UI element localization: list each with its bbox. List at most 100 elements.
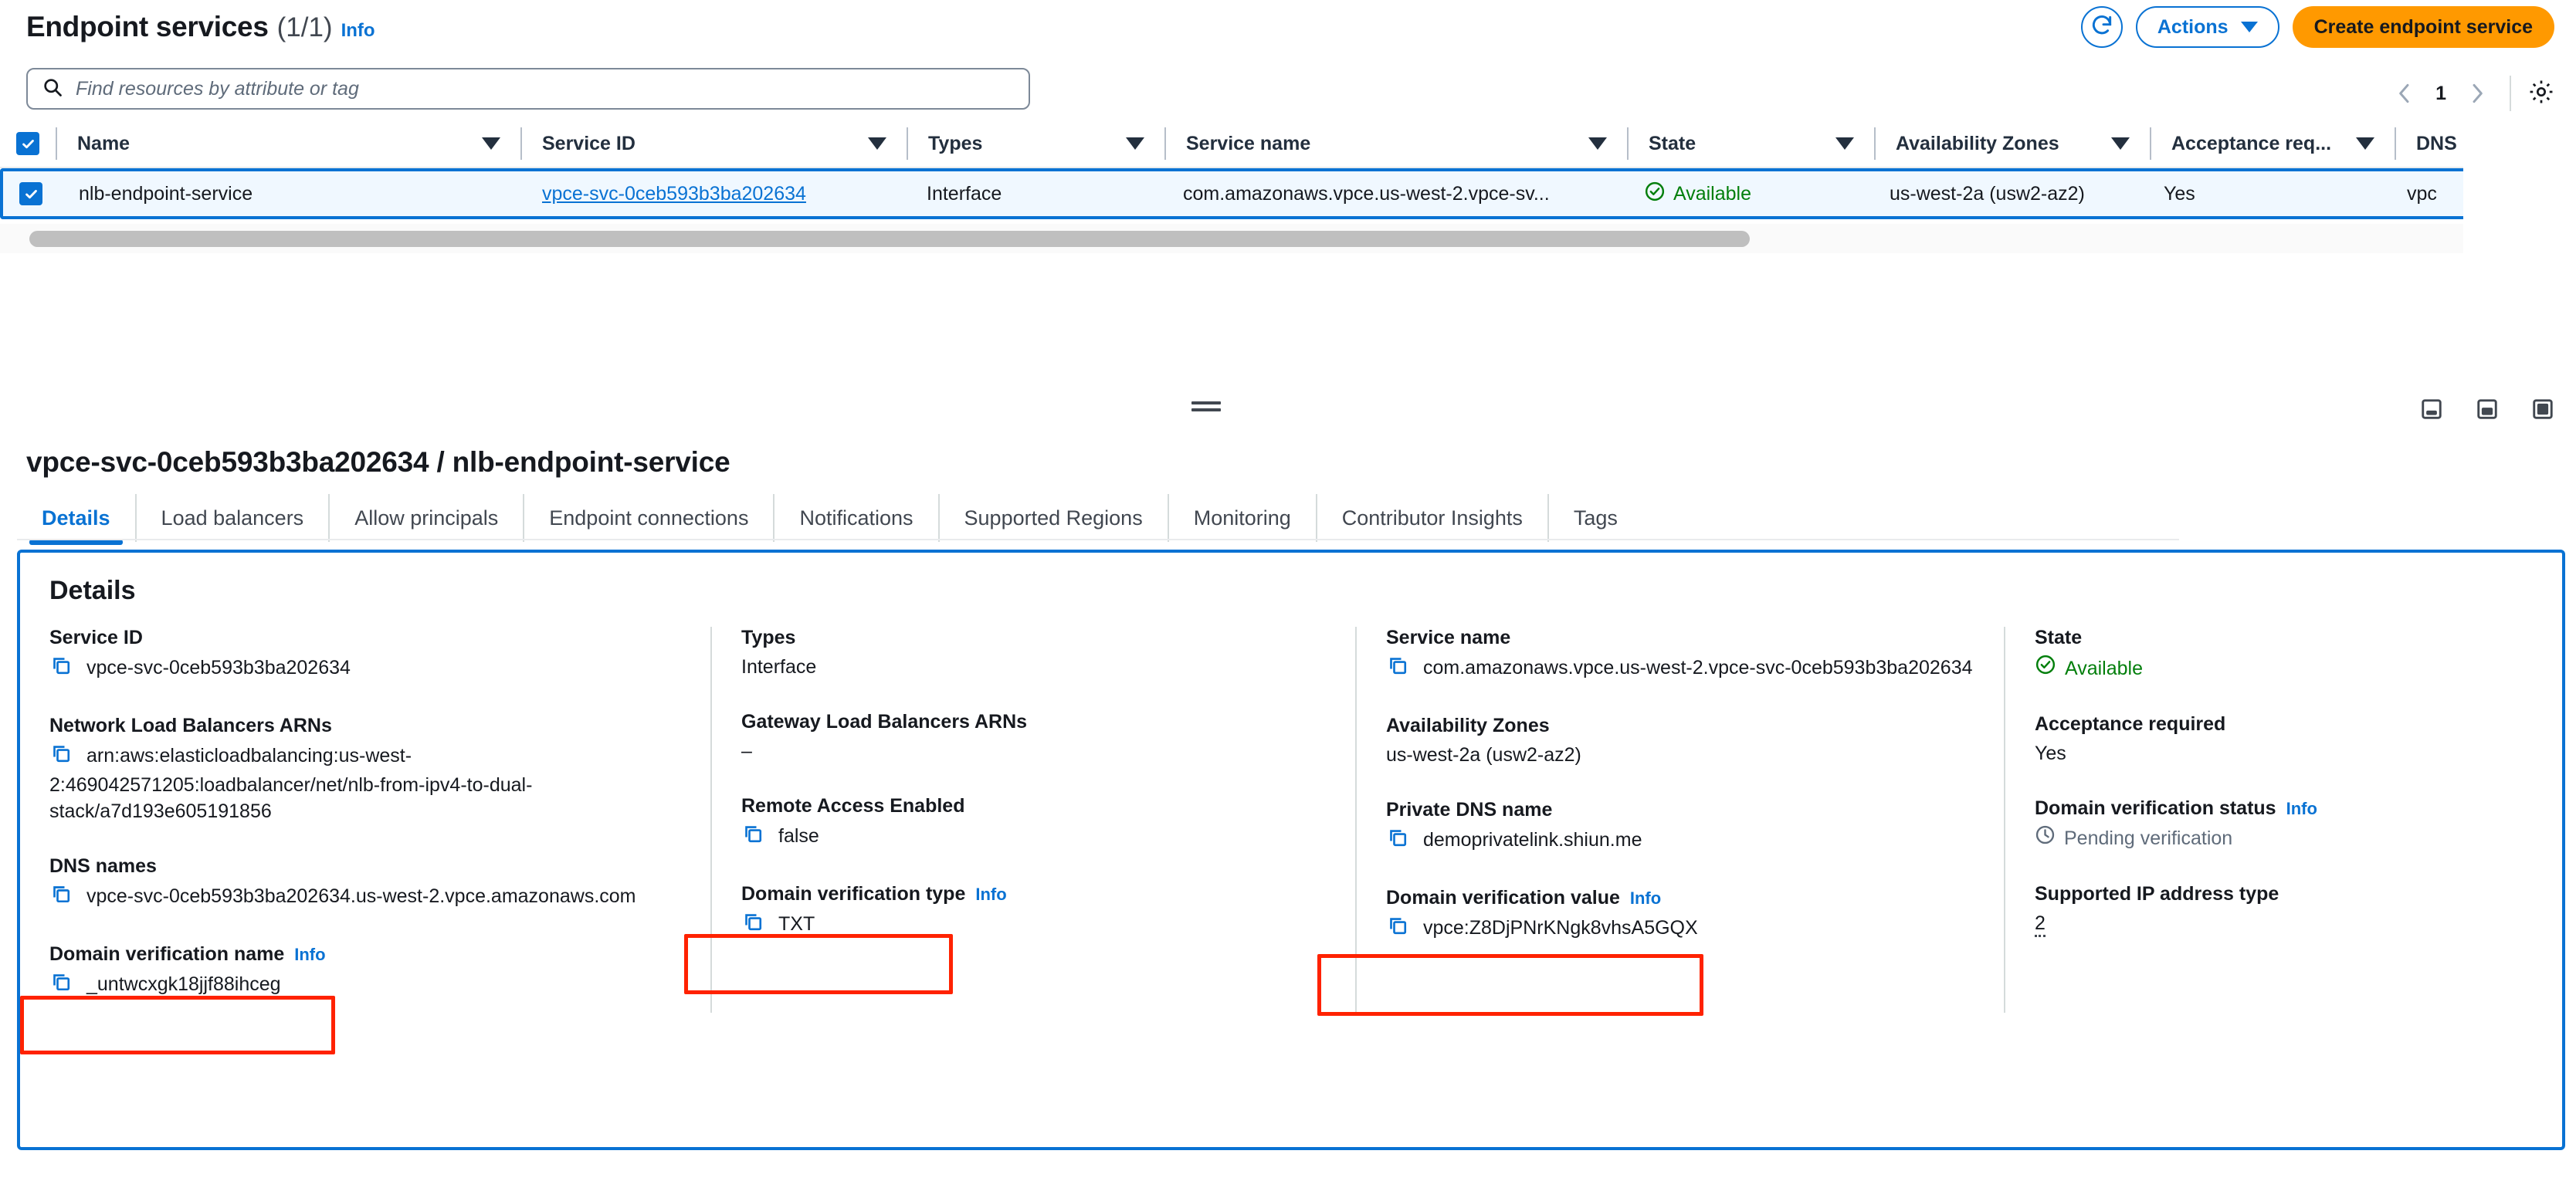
- table-preferences-button[interactable]: [2528, 79, 2554, 109]
- field-dns-names: DNS names vpce-svc-0ceb593b3ba202634.us-…: [49, 855, 680, 912]
- field-value: Pending verification: [2035, 824, 2467, 852]
- supported-ip-popover-trigger[interactable]: 2: [2035, 912, 2046, 937]
- status-badge-available: Available: [2035, 654, 2467, 682]
- copy-icon[interactable]: [49, 742, 73, 772]
- page-count: (1/1): [276, 12, 333, 42]
- table-horizontal-scrollbar-thumb[interactable]: [29, 231, 1750, 247]
- field-value: vpce-svc-0ceb593b3ba202634: [49, 654, 680, 684]
- column-header-acceptance-required[interactable]: Acceptance req...: [2151, 120, 2395, 167]
- field-network-load-balancers-arns: Network Load Balancers ARNs arn:aws:elas…: [49, 715, 680, 824]
- tab-monitoring[interactable]: Monitoring: [1169, 494, 1317, 542]
- search-box[interactable]: [26, 68, 1030, 110]
- tab-supported-regions[interactable]: Supported Regions: [940, 494, 1169, 542]
- column-header-availability-zones[interactable]: Availability Zones: [1876, 120, 2150, 167]
- copy-icon[interactable]: [741, 822, 764, 852]
- create-endpoint-service-button[interactable]: Create endpoint service: [2292, 6, 2554, 48]
- tab-notifications[interactable]: Notifications: [774, 494, 940, 542]
- pagination-prev-button[interactable]: [2389, 78, 2420, 109]
- row-checkbox[interactable]: [19, 182, 42, 205]
- column-header-types[interactable]: Types: [908, 120, 1164, 167]
- status-label: Available: [2065, 657, 2144, 679]
- field-label: Remote Access Enabled: [741, 795, 965, 817]
- field-value: com.amazonaws.vpce.us-west-2.vpce-svc-0c…: [1386, 654, 1973, 684]
- panel-dock-side-icon[interactable]: [2476, 398, 2499, 421]
- copy-icon[interactable]: [1386, 826, 1409, 856]
- field-label: Service name: [1386, 627, 1511, 648]
- field-value: 2: [2035, 910, 2467, 937]
- copy-icon[interactable]: [49, 882, 73, 912]
- refresh-button[interactable]: [2080, 6, 2123, 48]
- sort-icon[interactable]: [482, 137, 500, 150]
- field-label: Domain verification name Info: [49, 943, 680, 966]
- field-info-link[interactable]: Info: [975, 885, 1006, 905]
- value-text: com.amazonaws.vpce.us-west-2.vpce-svc-0c…: [1423, 657, 1973, 679]
- cell-service-id-link[interactable]: vpce-svc-0ceb593b3ba202634: [522, 183, 907, 205]
- field-service-name: Service name com.amazonaws.vpce.us-west-…: [1386, 627, 1973, 684]
- column-header-service-name[interactable]: Service name: [1166, 120, 1627, 167]
- field-label-text: Domain verification name: [49, 943, 285, 965]
- copy-icon[interactable]: [1386, 914, 1409, 944]
- tab-tags[interactable]: Tags: [1549, 494, 1642, 542]
- pagination-next-button[interactable]: [2462, 78, 2493, 109]
- header-actions: Actions Create endpoint service: [2080, 6, 2554, 48]
- sort-icon[interactable]: [868, 137, 886, 150]
- value-text: vpce-svc-0ceb593b3ba202634.us-west-2.vpc…: [86, 885, 636, 907]
- gear-icon: [2528, 79, 2554, 109]
- column-header-name[interactable]: Name: [57, 120, 520, 167]
- field-info-link[interactable]: Info: [1630, 888, 1661, 909]
- value-text: vpce-svc-0ceb593b3ba202634: [86, 657, 351, 679]
- copy-icon[interactable]: [49, 654, 73, 684]
- column-header-state[interactable]: State: [1629, 120, 1874, 167]
- details-column-3: Service name com.amazonaws.vpce.us-west-…: [1355, 627, 2004, 1031]
- header-info-link[interactable]: Info: [341, 20, 375, 42]
- copy-icon[interactable]: [49, 970, 73, 1000]
- value-text: TXT: [778, 913, 815, 935]
- field-info-link[interactable]: Info: [294, 945, 325, 965]
- tab-contributor-insights[interactable]: Contributor Insights: [1317, 494, 1549, 542]
- field-domain-verification-name: Domain verification name Info _untwcxgk1…: [49, 943, 680, 1000]
- actions-button-label: Actions: [2157, 15, 2229, 38]
- page-title-group: Endpoint services (1/1) Info: [26, 11, 375, 43]
- cell-types: Interface: [927, 182, 1002, 205]
- sort-icon[interactable]: [1126, 137, 1144, 150]
- column-divider: [710, 627, 712, 1013]
- sort-icon[interactable]: [2356, 137, 2374, 150]
- panel-maximize-icon[interactable]: [2531, 398, 2554, 421]
- tab-endpoint-connections[interactable]: Endpoint connections: [524, 494, 775, 542]
- details-heading: Details: [49, 576, 136, 605]
- sort-icon[interactable]: [1588, 137, 1607, 150]
- tab-load-balancers[interactable]: Load balancers: [137, 494, 330, 542]
- sort-icon[interactable]: [2111, 137, 2130, 150]
- pagination-page-number[interactable]: 1: [2426, 83, 2456, 105]
- details-column-4: State Available Acceptance required Yes …: [2004, 627, 2498, 1031]
- tab-details[interactable]: Details: [17, 494, 137, 545]
- column-header-service-id[interactable]: Service ID: [522, 120, 907, 167]
- search-input[interactable]: [76, 77, 1015, 100]
- copy-icon[interactable]: [741, 910, 764, 940]
- field-value: vpce-svc-0ceb593b3ba202634.us-west-2.vpc…: [49, 882, 680, 912]
- page-title: Endpoint services: [26, 11, 269, 42]
- split-panel-drag-handle[interactable]: [1191, 401, 1221, 411]
- tab-allow-principals[interactable]: Allow principals: [330, 494, 525, 542]
- table-header-row: Name Service ID Types Service name State…: [0, 120, 2463, 168]
- actions-button[interactable]: Actions: [2135, 6, 2279, 48]
- field-info-link[interactable]: Info: [2286, 799, 2317, 819]
- column-header-label: Acceptance req...: [2171, 132, 2332, 154]
- value-text: false: [778, 825, 819, 847]
- field-label: DNS names: [49, 855, 157, 877]
- column-header-label: Types: [928, 132, 983, 154]
- select-all-checkbox[interactable]: [16, 132, 39, 155]
- tabs-underline: [17, 539, 2179, 540]
- copy-icon[interactable]: [1386, 654, 1409, 684]
- panel-dock-bottom-icon[interactable]: [2420, 398, 2443, 421]
- field-value: vpce:Z8DjPNrKNgk8vhsA5GQX: [1386, 914, 1973, 944]
- column-header-label: State: [1649, 132, 1696, 154]
- sort-icon[interactable]: [1835, 137, 1854, 150]
- field-label: Network Load Balancers ARNs: [49, 715, 332, 736]
- column-header-dns[interactable]: DNS: [2396, 120, 2463, 167]
- search-icon: [42, 76, 63, 102]
- table-row[interactable]: nlb-endpoint-service vpce-svc-0ceb593b3b…: [0, 168, 2463, 219]
- field-label: Acceptance required: [2035, 713, 2226, 735]
- details-columns: Service ID vpce-svc-0ceb593b3ba202634 Ne…: [49, 627, 2520, 1031]
- status-badge-available: Available: [1644, 181, 1869, 208]
